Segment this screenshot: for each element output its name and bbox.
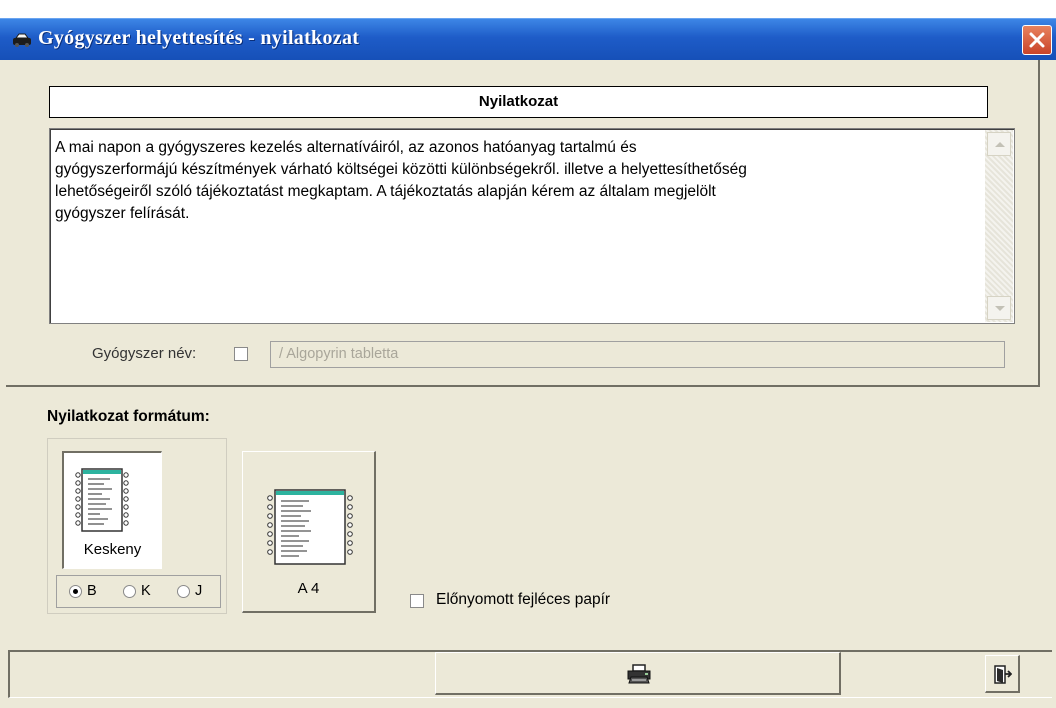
radio-k[interactable] — [123, 585, 136, 598]
narrow-option-radio-group: B K J — [56, 575, 221, 608]
window-title: Gyógyszer helyettesítés - nyilatkozat — [38, 27, 360, 49]
exit-button[interactable] — [985, 655, 1020, 693]
top-strip — [0, 0, 1056, 18]
statement-line: A mai napon a gyógyszeres kezelés altern… — [55, 139, 637, 156]
narrow-format-button[interactable]: Keskeny — [62, 451, 162, 569]
narrow-format-label: Keskeny — [83, 541, 142, 558]
dialog-body: Nyilatkozat A mai napon a gyógyszeres ke… — [0, 60, 1056, 708]
a4-format-button[interactable]: A 4 — [242, 451, 376, 613]
preprinted-paper-checkbox[interactable] — [410, 594, 424, 608]
title-bar[interactable]: Gyógyszer helyettesítés - nyilatkozat — [0, 18, 1056, 60]
statement-text: A mai napon a gyógyszeres kezelés altern… — [55, 137, 975, 225]
a4-format-label: A 4 — [297, 580, 320, 597]
radio-j[interactable] — [177, 585, 190, 598]
car-icon — [12, 33, 32, 47]
statement-header: Nyilatkozat — [49, 86, 988, 118]
radio-k-label: K — [141, 583, 151, 599]
close-button[interactable] — [1022, 25, 1052, 55]
arrow-up-icon — [995, 142, 1005, 147]
statement-line: gyógyszer felírását. — [55, 205, 190, 222]
radio-j-label: J — [195, 583, 203, 599]
preprinted-paper-label: Előnyomott fejléces papír — [436, 591, 611, 608]
radio-b[interactable] — [69, 585, 82, 598]
printer-icon — [627, 664, 651, 684]
scroll-up-button[interactable] — [987, 132, 1011, 156]
exit-door-icon — [994, 665, 1012, 684]
format-label: Nyilatkozat formátum: — [47, 408, 210, 425]
narrow-document-icon — [75, 468, 129, 532]
dialog-window: Gyógyszer helyettesítés - nyilatkozat Ny… — [0, 0, 1056, 708]
vertical-scrollbar[interactable] — [985, 130, 1013, 322]
radio-b-label: B — [87, 583, 97, 599]
print-button[interactable] — [435, 652, 841, 695]
drug-name-field[interactable]: / Algopyrin tabletta — [270, 341, 1005, 368]
statement-textarea[interactable]: A mai napon a gyógyszeres kezelés altern… — [49, 128, 1015, 324]
a4-document-icon — [267, 489, 353, 565]
drug-name-checkbox[interactable] — [234, 347, 248, 361]
drug-name-label: Gyógyszer név: — [92, 345, 197, 362]
close-icon — [1029, 32, 1045, 48]
statement-line: gyógyszerformájú készítmények várható kö… — [55, 161, 747, 178]
statement-line: lehetőségeiről szóló tájékoztatást megka… — [55, 183, 716, 200]
scroll-down-button[interactable] — [987, 296, 1011, 320]
arrow-down-icon — [995, 306, 1005, 311]
